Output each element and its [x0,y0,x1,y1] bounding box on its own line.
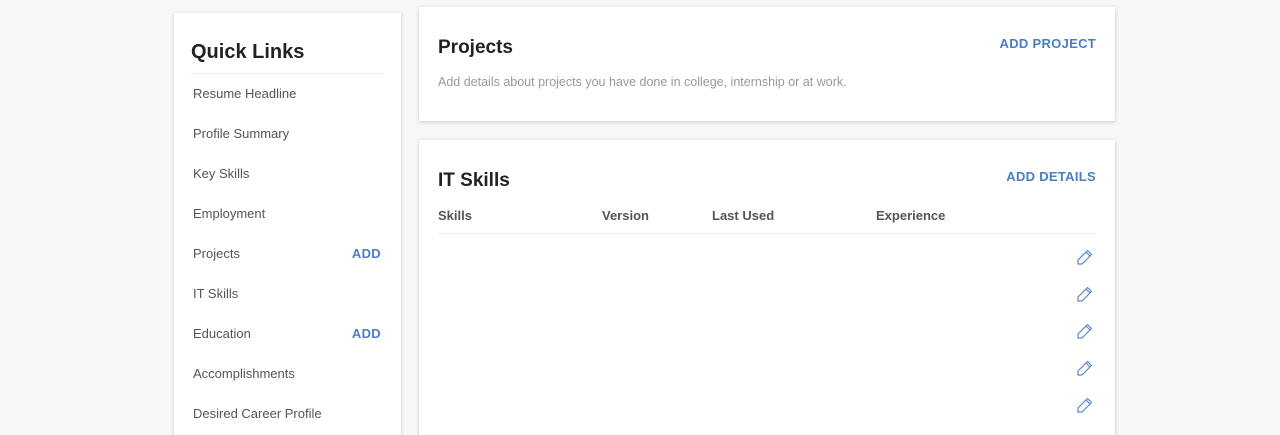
quick-link-employment[interactable]: Employment [191,194,384,234]
pencil-icon[interactable] [1076,396,1094,414]
it-skills-section: IT Skills ADD DETAILS Skills Version Las… [419,140,1115,435]
quick-link-label: Education [193,326,251,341]
quick-link-label: Employment [193,206,266,221]
add-education-link[interactable]: ADD [352,314,381,354]
projects-title: Projects [438,37,513,58]
add-projects-link[interactable]: ADD [352,234,381,274]
quick-link-profile-summary[interactable]: Profile Summary [191,114,384,154]
quick-link-it-skills[interactable]: IT Skills [191,274,384,314]
quick-link-label: Key Skills [193,166,250,181]
quick-link-label: Projects [193,246,240,261]
quick-link-education[interactable]: Education ADD [191,314,384,354]
quick-link-desired-career-profile[interactable]: Desired Career Profile [191,394,384,434]
it-skills-title: IT Skills [438,170,510,191]
column-header-skills: Skills [438,208,472,223]
quick-link-label: Accomplishments [193,366,295,381]
quick-links-panel: Quick Links Resume Headline Profile Summ… [174,13,401,435]
quick-link-label: IT Skills [193,286,239,301]
quick-links-title: Quick Links [191,13,384,74]
quick-link-key-skills[interactable]: Key Skills [191,154,384,194]
quick-link-label: Profile Summary [193,126,290,141]
column-header-last-used: Last Used [712,208,775,223]
skills-table-header: Skills Version Last Used Experience [438,207,1096,234]
quick-link-label: Resume Headline [193,86,297,101]
pencil-icon[interactable] [1076,359,1094,377]
column-header-experience: Experience [876,208,946,223]
quick-link-projects[interactable]: Projects ADD [191,234,384,274]
projects-description: Add details about projects you have done… [438,75,847,89]
skills-edit-column [1076,248,1096,433]
add-details-button[interactable]: ADD DETAILS [1006,169,1096,184]
quick-link-accomplishments[interactable]: Accomplishments [191,354,384,394]
column-header-version: Version [602,208,649,223]
projects-section: Projects ADD PROJECT Add details about p… [419,7,1115,121]
pencil-icon[interactable] [1076,322,1094,340]
quick-link-resume-headline[interactable]: Resume Headline [191,74,384,114]
quick-link-label: Desired Career Profile [193,406,322,421]
add-project-button[interactable]: ADD PROJECT [1000,36,1096,51]
pencil-icon[interactable] [1076,285,1094,303]
page: Quick Links Resume Headline Profile Summ… [0,0,1280,435]
pencil-icon[interactable] [1076,248,1094,266]
quick-links-list: Resume Headline Profile Summary Key Skil… [191,74,384,434]
